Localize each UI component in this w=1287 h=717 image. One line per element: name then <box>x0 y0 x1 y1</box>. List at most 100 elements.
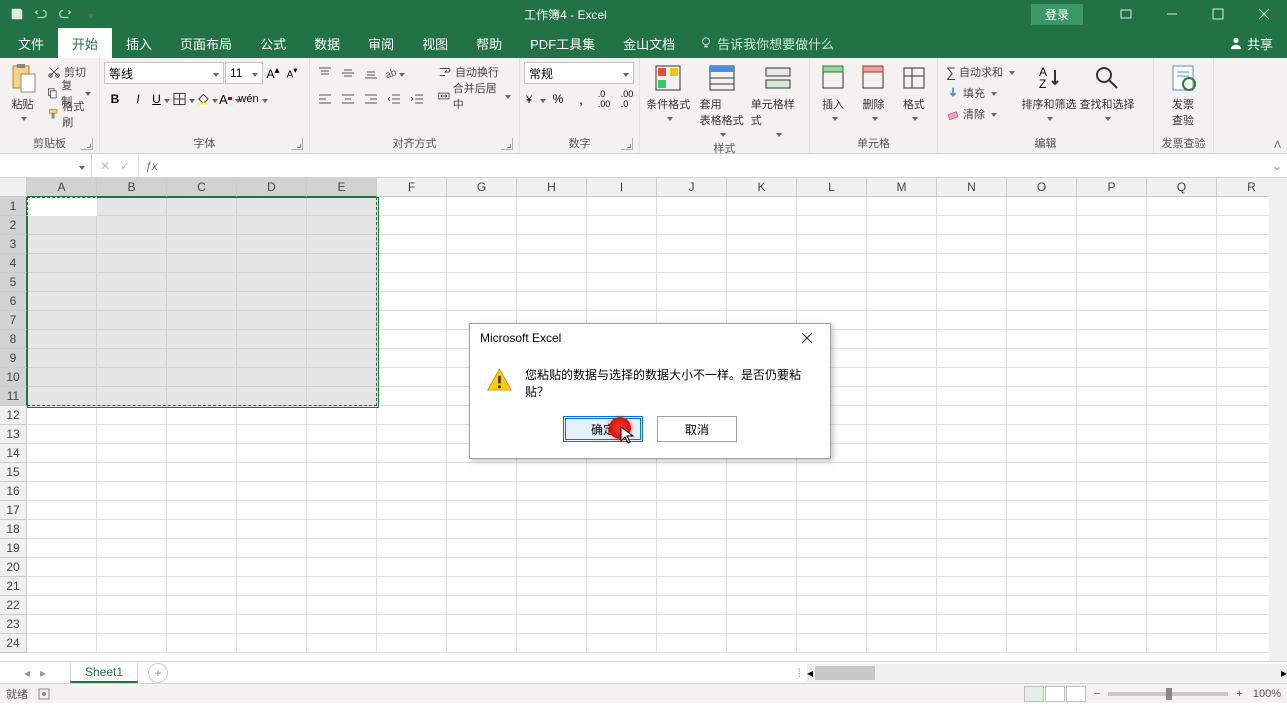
sheet-nav-buttons[interactable]: ◂▸ <box>0 666 70 680</box>
cell[interactable] <box>447 273 517 292</box>
cell[interactable] <box>447 197 517 216</box>
tab-help[interactable]: 帮助 <box>462 28 516 58</box>
fx-icon[interactable]: ƒx <box>139 154 164 177</box>
tab-data[interactable]: 数据 <box>300 28 354 58</box>
cell[interactable] <box>447 482 517 501</box>
cell[interactable] <box>447 596 517 615</box>
cell[interactable] <box>1077 406 1147 425</box>
decrease-decimal-icon[interactable]: .00.0 <box>616 88 638 110</box>
tell-me-search[interactable]: 告诉我你想要做什么 <box>689 28 834 58</box>
enter-formula-icon[interactable]: ✓ <box>120 159 130 173</box>
column-header[interactable]: D <box>237 178 307 197</box>
cell[interactable] <box>797 615 867 634</box>
cell[interactable] <box>657 539 727 558</box>
align-left-icon[interactable] <box>314 88 336 110</box>
cell[interactable] <box>377 406 447 425</box>
cell[interactable] <box>377 254 447 273</box>
cell[interactable] <box>307 501 377 520</box>
cell[interactable] <box>727 463 797 482</box>
row-header[interactable]: 17 <box>0 501 27 520</box>
cell[interactable] <box>377 615 447 634</box>
cell[interactable] <box>657 273 727 292</box>
cell[interactable] <box>377 634 447 653</box>
font-name-combo[interactable]: 等线 <box>104 62 224 84</box>
cell[interactable] <box>587 197 657 216</box>
cell[interactable] <box>1147 463 1217 482</box>
dialog-close-button[interactable] <box>794 327 820 349</box>
cell[interactable] <box>307 539 377 558</box>
cell[interactable] <box>237 577 307 596</box>
cell[interactable] <box>587 634 657 653</box>
cell[interactable] <box>937 235 1007 254</box>
cell[interactable] <box>587 235 657 254</box>
qat-dropdown-icon[interactable] <box>78 2 100 26</box>
cell[interactable] <box>307 444 377 463</box>
cell[interactable] <box>657 634 727 653</box>
cell[interactable] <box>1007 273 1077 292</box>
cell[interactable] <box>27 596 97 615</box>
dialog-ok-button[interactable]: 确定 <box>563 416 643 442</box>
dialog-cancel-button[interactable]: 取消 <box>657 416 737 442</box>
cell[interactable] <box>1147 425 1217 444</box>
row-header[interactable]: 8 <box>0 330 27 349</box>
cell[interactable] <box>377 368 447 387</box>
horizontal-scrollbar[interactable]: ◂▸ <box>807 664 1287 682</box>
sheet-split-handle[interactable]: ⁞ <box>798 666 807 680</box>
cell[interactable] <box>377 311 447 330</box>
percent-format-icon[interactable]: % <box>547 88 569 110</box>
tab-pdf[interactable]: PDF工具集 <box>516 28 609 58</box>
cell[interactable] <box>797 463 867 482</box>
cell[interactable] <box>447 501 517 520</box>
cell[interactable] <box>937 482 1007 501</box>
cell[interactable] <box>27 501 97 520</box>
cell[interactable] <box>1147 235 1217 254</box>
cell[interactable] <box>27 482 97 501</box>
cell[interactable] <box>1077 463 1147 482</box>
cell[interactable] <box>1007 501 1077 520</box>
cell[interactable] <box>727 558 797 577</box>
cell[interactable] <box>517 482 587 501</box>
tab-insert[interactable]: 插入 <box>112 28 166 58</box>
autosum-button[interactable]: ∑自动求和 <box>942 62 1019 82</box>
accounting-format-icon[interactable]: ¥ <box>524 88 546 110</box>
cell[interactable] <box>377 292 447 311</box>
cell[interactable] <box>447 463 517 482</box>
cell[interactable] <box>1077 273 1147 292</box>
cell[interactable] <box>937 216 1007 235</box>
cell[interactable] <box>937 501 1007 520</box>
cell[interactable] <box>797 539 867 558</box>
cell[interactable] <box>447 558 517 577</box>
column-header[interactable]: F <box>377 178 447 197</box>
cell[interactable] <box>97 558 167 577</box>
paste-button[interactable]: 粘贴 <box>4 62 41 124</box>
cell[interactable] <box>447 539 517 558</box>
cell[interactable] <box>517 216 587 235</box>
cell[interactable] <box>657 520 727 539</box>
conditional-format-button[interactable]: 条件格式 <box>644 62 692 124</box>
fill-button[interactable]: 填充 <box>942 83 1019 103</box>
tab-jinshan[interactable]: 金山文档 <box>609 28 689 58</box>
cell[interactable] <box>587 273 657 292</box>
cell[interactable] <box>1077 216 1147 235</box>
cell[interactable] <box>727 539 797 558</box>
tab-review[interactable]: 审阅 <box>354 28 408 58</box>
cell[interactable] <box>97 425 167 444</box>
cell[interactable] <box>937 311 1007 330</box>
cell[interactable] <box>307 520 377 539</box>
share-button[interactable]: 共享 <box>1215 28 1287 58</box>
cell[interactable] <box>587 501 657 520</box>
alignment-launcher[interactable] <box>501 138 513 150</box>
number-launcher[interactable] <box>621 138 633 150</box>
cell[interactable] <box>657 596 727 615</box>
cell[interactable] <box>867 425 937 444</box>
zoom-in-button[interactable]: + <box>1236 688 1242 700</box>
row-header[interactable]: 20 <box>0 558 27 577</box>
cell[interactable] <box>97 539 167 558</box>
cell[interactable] <box>797 292 867 311</box>
cell[interactable] <box>657 615 727 634</box>
cell[interactable] <box>377 520 447 539</box>
cell[interactable] <box>307 634 377 653</box>
cell[interactable] <box>867 330 937 349</box>
redo-icon[interactable] <box>54 2 76 26</box>
cell[interactable] <box>97 406 167 425</box>
